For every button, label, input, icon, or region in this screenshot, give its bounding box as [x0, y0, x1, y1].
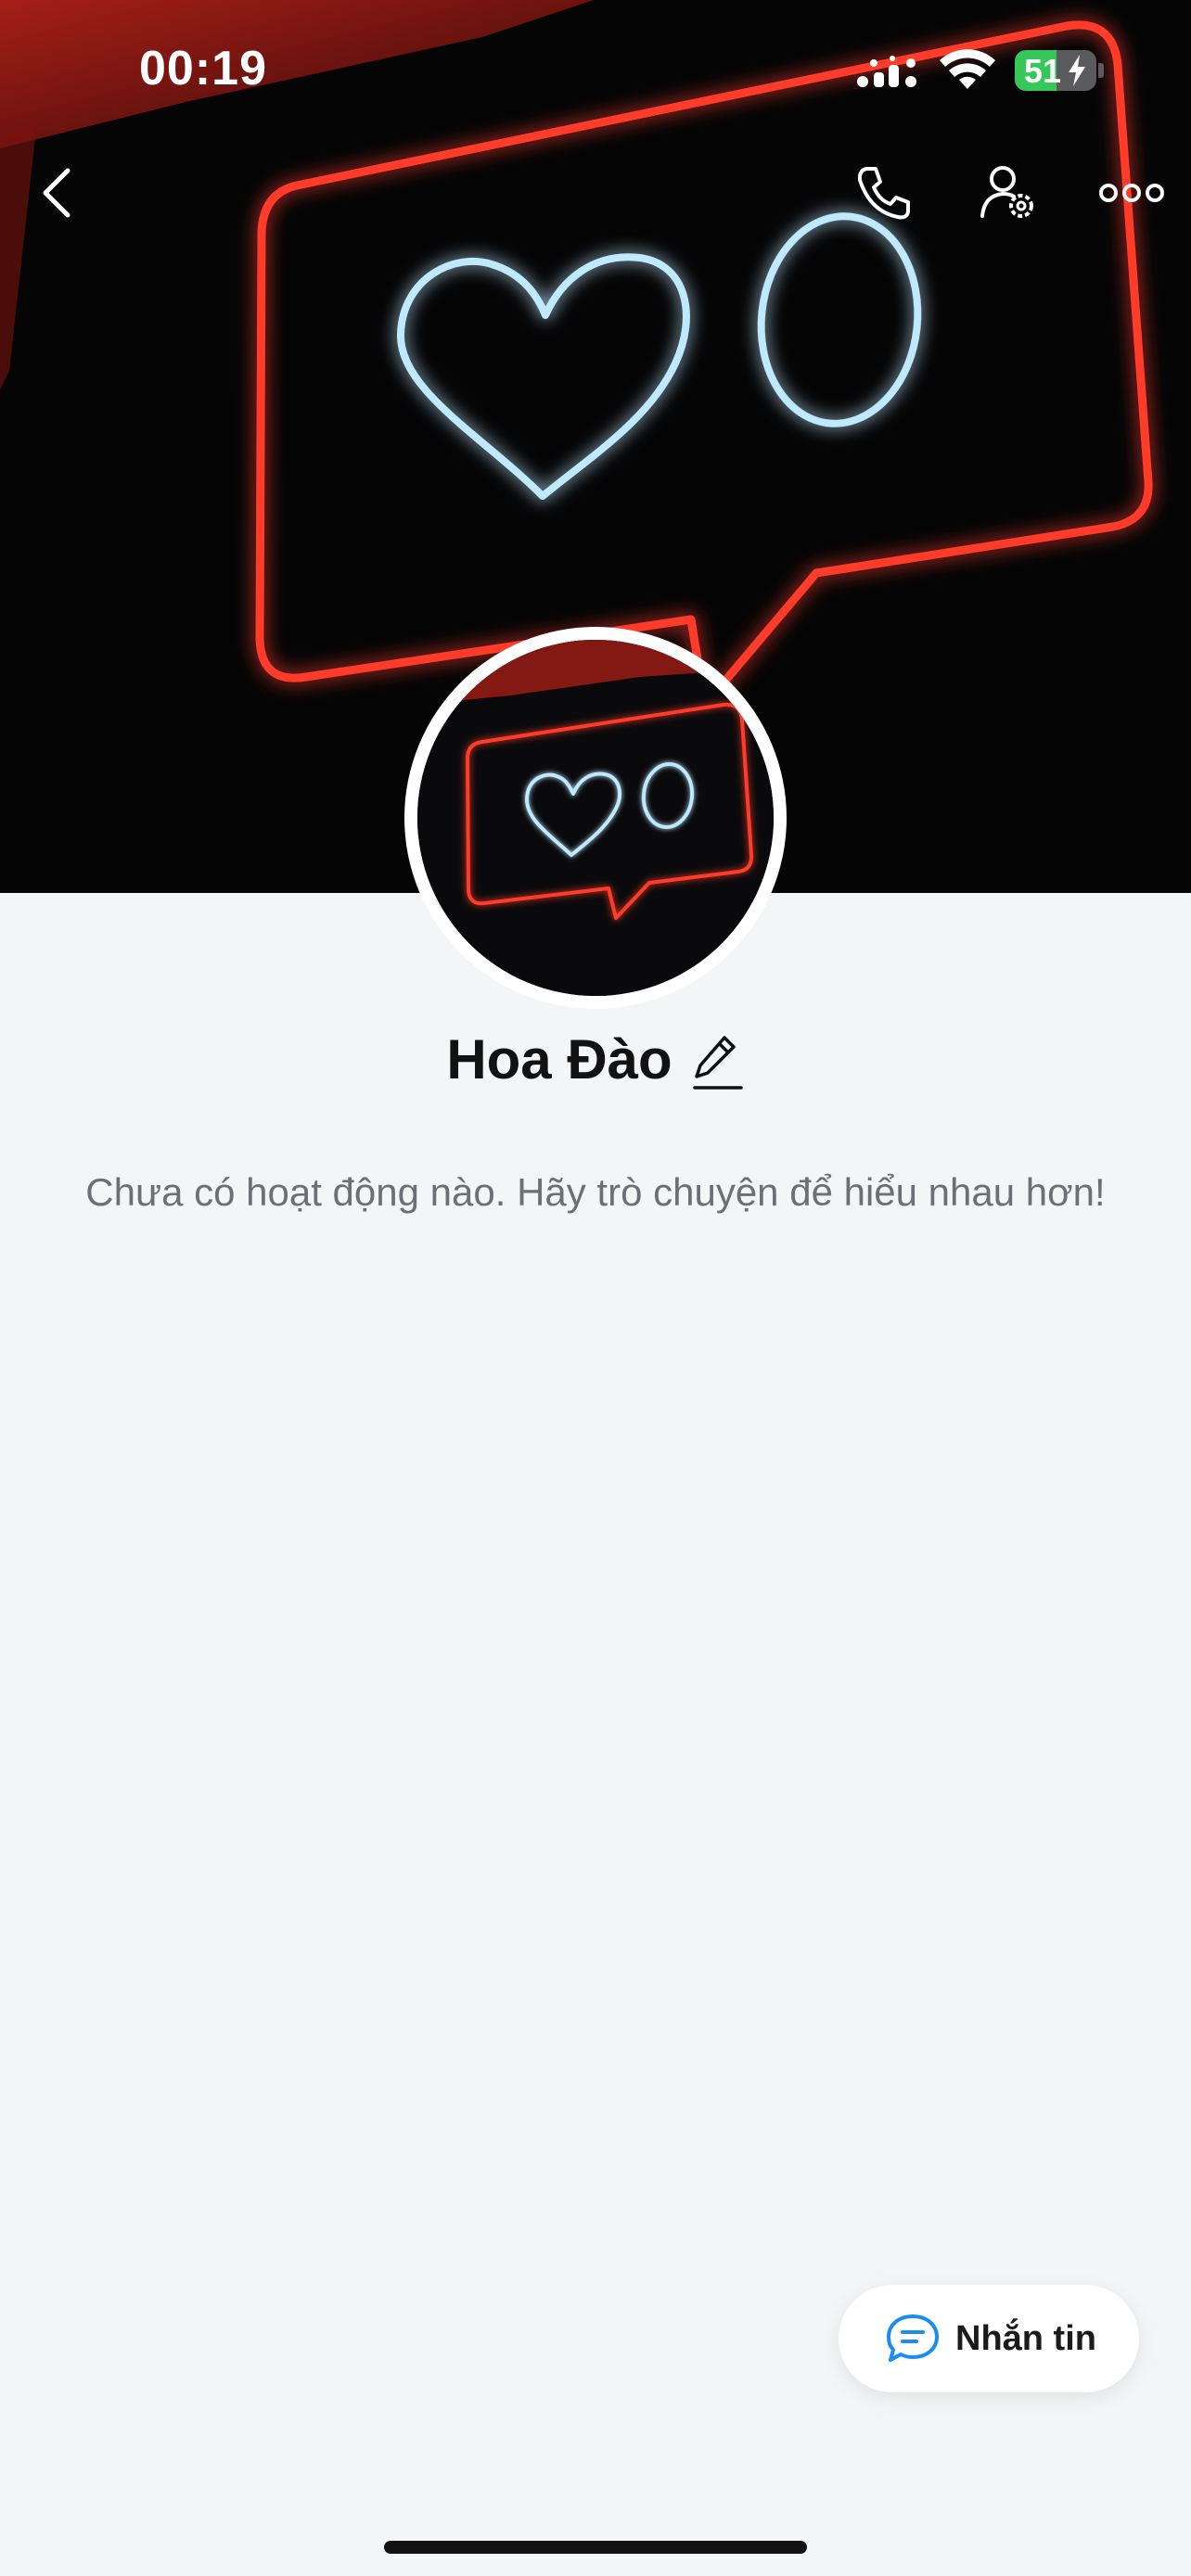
chevron-left-icon	[43, 168, 70, 218]
charging-bolt-icon	[1067, 55, 1087, 91]
battery-percentage: 51	[1024, 52, 1062, 90]
message-button[interactable]: Nhắn tin	[839, 2285, 1139, 2392]
user-settings-icon	[980, 166, 1033, 218]
call-button[interactable]	[846, 156, 920, 230]
home-indicator[interactable]	[384, 2541, 807, 2554]
avatar[interactable]	[404, 627, 787, 1009]
battery-cap	[1098, 63, 1104, 78]
profile-screen: 00:19 51 Hoa Đào Chưa có hoạt động nào. …	[0, 0, 1191, 2576]
message-button-label: Nhắn tin	[955, 2318, 1096, 2358]
more-horizontal-icon	[1099, 184, 1164, 202]
chat-bubble-icon	[885, 2313, 941, 2365]
back-button[interactable]	[28, 156, 83, 230]
cellular-signal-icon	[855, 56, 920, 94]
status-time: 00:19	[139, 42, 267, 96]
profile-name-row: Hoa Đào	[0, 1027, 1191, 1091]
avatar-image	[417, 640, 774, 996]
profile-name: Hoa Đào	[446, 1028, 672, 1090]
status-bar: 00:19 51	[0, 0, 1191, 139]
more-button[interactable]	[1095, 156, 1169, 230]
phone-icon	[857, 167, 910, 220]
battery-charging-icon: 51	[1015, 50, 1096, 91]
user-settings-button[interactable]	[972, 156, 1046, 230]
empty-activity-message: Chưa có hoạt động nào. Hãy trò chuyện để…	[85, 1170, 1106, 1214]
wifi-icon	[939, 48, 996, 96]
pencil-icon[interactable]	[692, 1032, 745, 1091]
